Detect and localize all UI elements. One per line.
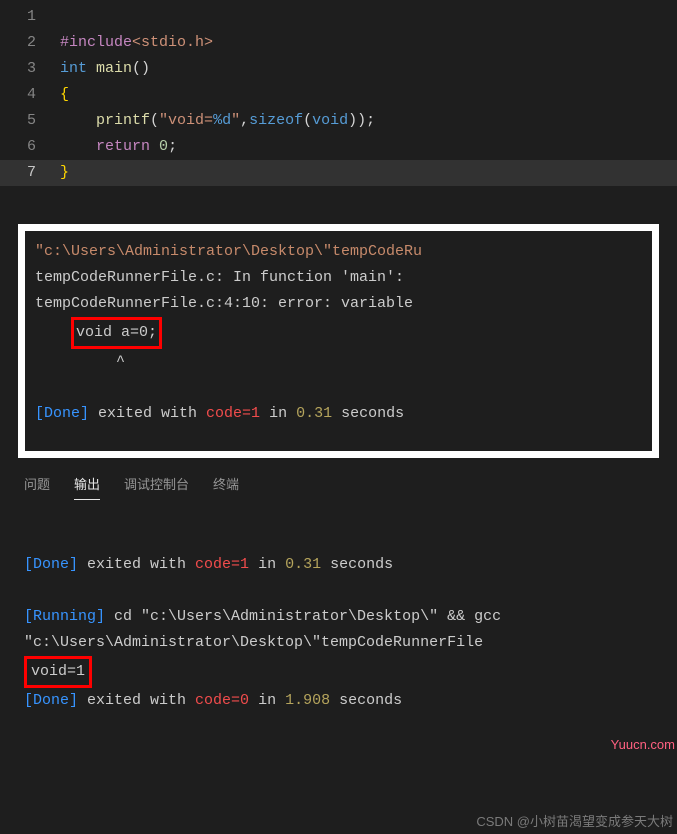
tab-output[interactable]: 输出 xyxy=(74,474,100,500)
code-line[interactable]: 5 printf("void=%d",sizeof(void)); xyxy=(0,108,677,134)
code-line[interactable]: 2#include<stdio.h> xyxy=(0,30,677,56)
highlight-box: void a=0; xyxy=(71,317,162,349)
done-status: [Done] exited with code=1 in 0.31 second… xyxy=(35,401,642,427)
watermark: CSDN @小树苗渴望变成参天大树 xyxy=(476,811,673,830)
error-path: "c:\Users\Administrator\Desktop\"tempCod… xyxy=(35,243,422,260)
line-number: 7 xyxy=(0,160,60,186)
output-panel[interactable]: [Done] exited with code=1 in 0.31 second… xyxy=(0,500,677,714)
code-content[interactable]: } xyxy=(60,160,69,186)
line-number: 5 xyxy=(0,108,60,134)
code-content[interactable]: { xyxy=(60,82,69,108)
code-line[interactable]: 1 xyxy=(0,4,677,30)
code-content[interactable]: return 0; xyxy=(60,134,177,160)
line-number: 6 xyxy=(0,134,60,160)
line-number: 2 xyxy=(0,30,60,56)
running-status: [Running] cd "c:\Users\Administrator\Des… xyxy=(24,604,653,630)
panel-tabs: 问题 输出 调试控制台 终端 xyxy=(0,458,677,500)
code-editor[interactable]: 12#include<stdio.h>3int main()4{5 printf… xyxy=(0,0,677,186)
code-line[interactable]: 3int main() xyxy=(0,56,677,82)
code-line[interactable]: 4{ xyxy=(0,82,677,108)
code-content[interactable]: printf("void=%d",sizeof(void)); xyxy=(60,108,375,134)
code-line[interactable]: 7} xyxy=(0,160,677,186)
tab-terminal[interactable]: 终端 xyxy=(213,474,239,500)
line-number: 1 xyxy=(0,4,60,30)
done-status: [Done] exited with code=0 in 1.908 secon… xyxy=(24,688,653,714)
output-path: "c:\Users\Administrator\Desktop\"tempCod… xyxy=(24,634,483,651)
line-number: 4 xyxy=(0,82,60,108)
watermark: Yuucn.com xyxy=(611,737,675,752)
highlight-box: void=1 xyxy=(24,656,92,688)
code-line[interactable]: 6 return 0; xyxy=(0,134,677,160)
tab-problems[interactable]: 问题 xyxy=(24,474,50,500)
line-number: 3 xyxy=(0,56,60,82)
error-caret: ^ xyxy=(35,353,125,370)
code-content[interactable]: #include<stdio.h> xyxy=(60,30,213,56)
code-content[interactable]: int main() xyxy=(60,56,150,82)
error-msg: tempCodeRunnerFile.c:4:10: error: variab… xyxy=(35,295,422,312)
error-msg: tempCodeRunnerFile.c: In function 'main'… xyxy=(35,269,404,286)
done-status: [Done] exited with code=1 in 0.31 second… xyxy=(24,552,653,578)
tab-debug[interactable]: 调试控制台 xyxy=(124,474,189,500)
error-panel: "c:\Users\Administrator\Desktop\"tempCod… xyxy=(18,224,659,458)
